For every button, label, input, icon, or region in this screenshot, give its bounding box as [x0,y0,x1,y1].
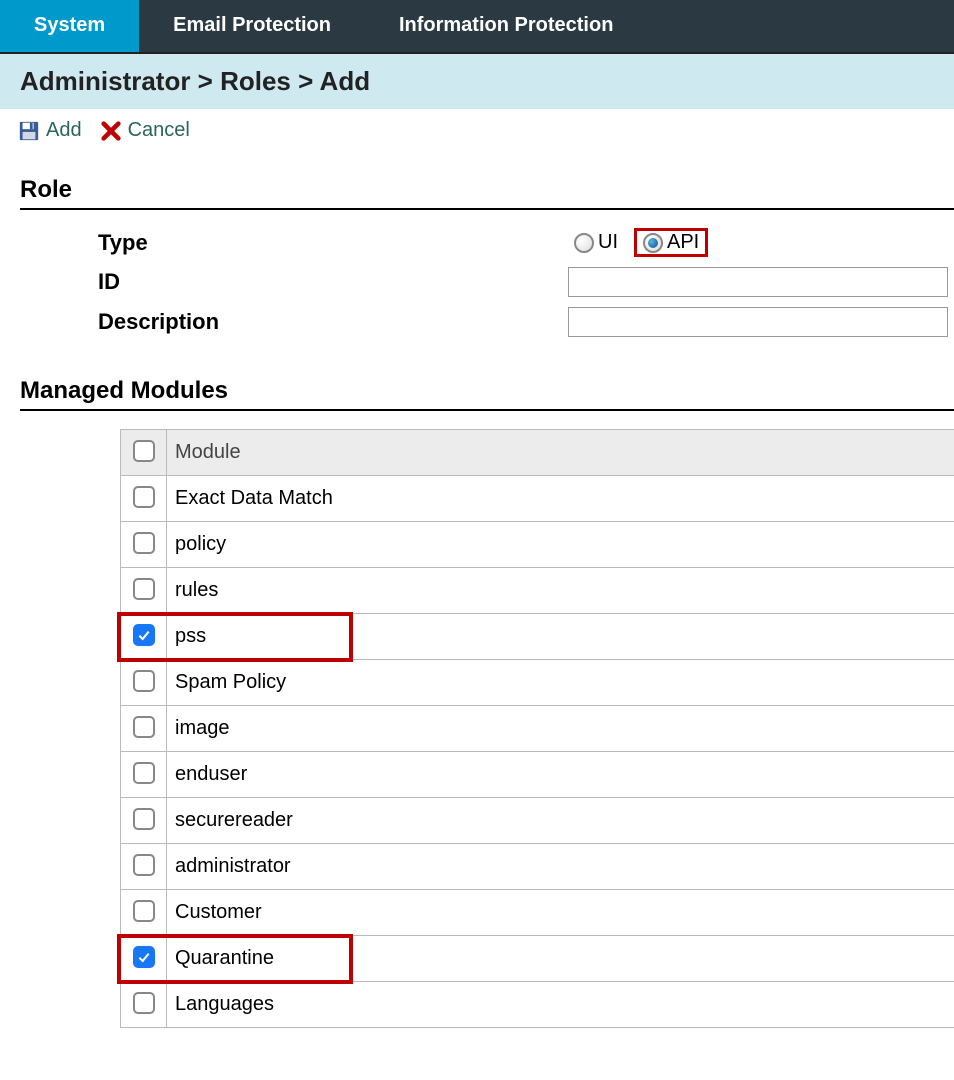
action-bar: Add Cancel [0,109,954,146]
module-table: Module Exact Data MatchpolicyrulespssSpa… [120,429,954,1028]
module-label: Exact Data Match [167,476,954,522]
module-label: Quarantine [167,936,954,982]
module-checkbox[interactable] [133,624,155,646]
managed-section-title: Managed Modules [20,377,954,411]
module-checkbox[interactable] [133,900,155,922]
table-row: pss [121,614,954,660]
table-row: securereader [121,798,954,844]
table-row: administrator [121,844,954,890]
module-label: Customer [167,890,954,936]
module-label: securereader [167,798,954,844]
role-fields: Type UI API ID Description [98,228,954,337]
module-label: image [167,706,954,752]
type-radio-ui-wrap: UI [568,229,624,256]
table-row: policy [121,522,954,568]
module-label: rules [167,568,954,614]
module-checkbox[interactable] [133,808,155,830]
table-row: Quarantine [121,936,954,982]
module-checkbox[interactable] [133,854,155,876]
nav-tab-system[interactable]: System [0,0,139,52]
breadcrumb: Administrator > Roles > Add [0,54,954,109]
module-checkbox[interactable] [133,532,155,554]
table-row: rules [121,568,954,614]
module-checkbox[interactable] [133,992,155,1014]
content: Role Type UI API ID Description [0,146,954,1028]
type-radio-api-wrap: API [634,228,708,257]
close-icon [100,120,122,142]
module-label: policy [167,522,954,568]
module-label: pss [167,614,954,660]
module-checkbox[interactable] [133,762,155,784]
module-checkbox[interactable] [133,946,155,968]
add-label: Add [46,119,82,142]
description-input[interactable] [568,307,948,337]
type-radio-api-label: API [667,231,699,254]
module-label: Spam Policy [167,660,954,706]
save-icon [18,120,40,142]
table-row: Spam Policy [121,660,954,706]
role-section-title: Role [20,176,954,210]
nav-tab-email-protection[interactable]: Email Protection [139,0,365,52]
type-radio-ui-label: UI [598,231,618,254]
module-checkbox[interactable] [133,716,155,738]
module-label: Languages [167,982,954,1028]
type-radio-group: UI API [568,228,708,257]
table-row: Exact Data Match [121,476,954,522]
select-all-checkbox[interactable] [133,440,155,462]
module-checkbox[interactable] [133,670,155,692]
module-label: administrator [167,844,954,890]
type-radio-api[interactable] [643,233,663,253]
cancel-label: Cancel [128,119,190,142]
table-row: Languages [121,982,954,1028]
id-input[interactable] [568,267,948,297]
cancel-button[interactable]: Cancel [100,119,190,142]
description-label: Description [98,309,568,335]
managed-modules-section: Managed Modules Module Exact Data Matchp… [20,377,954,1028]
top-nav: SystemEmail ProtectionInformation Protec… [0,0,954,54]
id-label: ID [98,269,568,295]
table-row: image [121,706,954,752]
nav-tab-information-protection[interactable]: Information Protection [365,0,647,52]
module-checkbox[interactable] [133,578,155,600]
add-button[interactable]: Add [18,119,82,142]
module-label: enduser [167,752,954,798]
table-row: enduser [121,752,954,798]
type-label: Type [98,230,568,256]
module-checkbox[interactable] [133,486,155,508]
type-radio-ui[interactable] [574,233,594,253]
table-row: Customer [121,890,954,936]
module-header: Module [167,430,954,476]
